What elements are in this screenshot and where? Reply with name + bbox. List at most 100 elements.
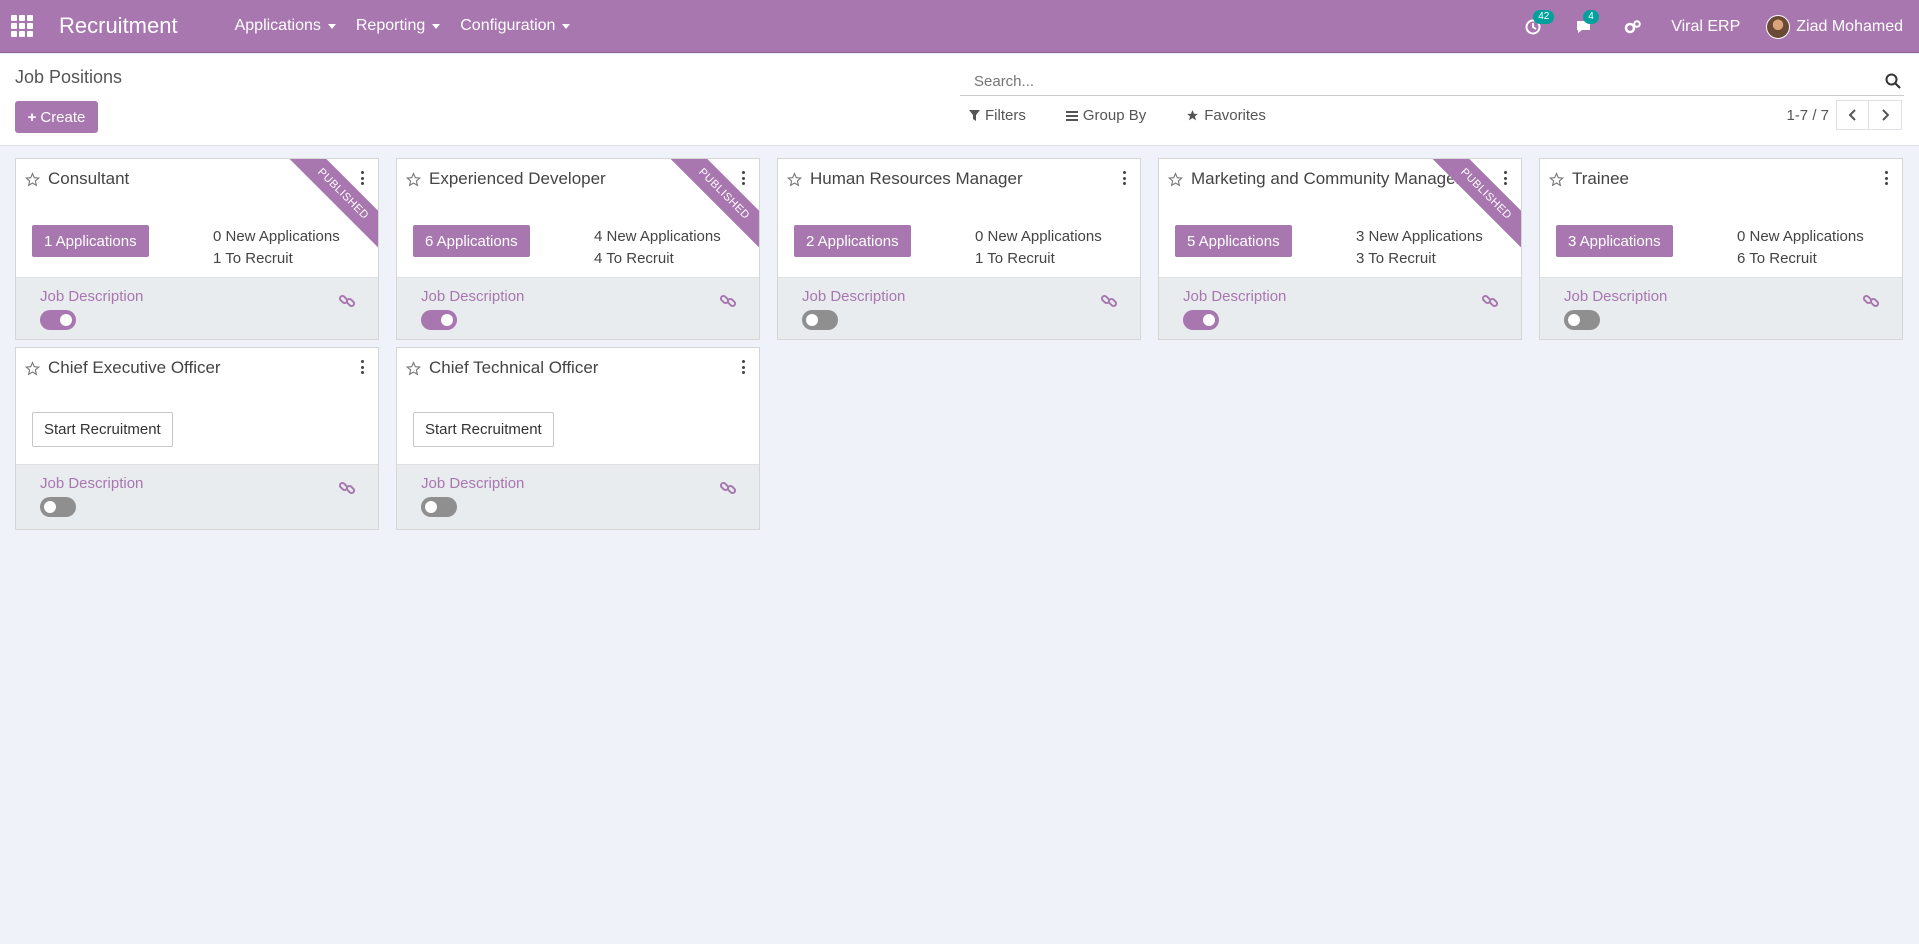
job-description-link[interactable]: Job Description (40, 288, 143, 305)
link-icon[interactable] (719, 479, 737, 497)
job-description-link[interactable]: Job Description (1564, 288, 1667, 305)
star-icon[interactable] (1548, 172, 1565, 187)
activity-button[interactable]: 42 (1523, 9, 1555, 37)
navbar-right: 42 4 Viral ERP Ziad Mohamed (1523, 0, 1903, 53)
search-icon[interactable] (1885, 73, 1901, 89)
company-switcher[interactable]: Viral ERP (1671, 18, 1740, 36)
kebab-menu-icon[interactable] (741, 360, 745, 374)
new-applications-link[interactable]: 3 New Applications (1356, 226, 1483, 248)
publish-toggle[interactable] (1183, 310, 1219, 330)
pager-value[interactable]: 1-7 / 7 (1786, 107, 1829, 124)
card-footer: Job Description (16, 464, 378, 529)
job-card[interactable]: Marketing and Community Manager PUBLISHED… (1158, 158, 1522, 340)
kebab-menu-icon[interactable] (1884, 171, 1888, 185)
caret-down-icon (432, 23, 441, 29)
kebab-menu-icon[interactable] (360, 171, 364, 185)
pager-next-button[interactable] (1869, 100, 1902, 130)
applications-button[interactable]: 3 Applications (1556, 225, 1673, 257)
kebab-menu-icon[interactable] (1503, 171, 1507, 185)
job-title[interactable]: Experienced Developer (429, 169, 606, 189)
job-card[interactable]: Trainee 3 Applications 0 New Applications 6… (1539, 158, 1903, 340)
gears-icon (1624, 19, 1642, 33)
message-count-badge: 4 (1583, 9, 1599, 24)
job-stats: 0 New Applications 6 To Recruit (1737, 226, 1864, 270)
messages-button[interactable]: 4 (1573, 9, 1599, 37)
search-input[interactable] (960, 73, 1860, 90)
search-options: Filters Group By Favorites (969, 107, 1266, 124)
applications-button[interactable]: 5 Applications (1175, 225, 1292, 257)
chevron-right-icon (1882, 109, 1889, 121)
job-description-link[interactable]: Job Description (802, 288, 905, 305)
favorites-dropdown[interactable]: Favorites (1186, 107, 1266, 124)
debug-button[interactable] (1623, 17, 1643, 37)
job-description-link[interactable]: Job Description (1183, 288, 1286, 305)
job-title[interactable]: Marketing and Community Manager (1191, 169, 1461, 189)
job-title[interactable]: Consultant (48, 169, 129, 189)
card-footer: Job Description (16, 277, 378, 339)
link-icon[interactable] (1481, 292, 1499, 310)
link-icon[interactable] (719, 292, 737, 310)
publish-toggle[interactable] (421, 497, 457, 517)
start-recruitment-button[interactable]: Start Recruitment (32, 412, 173, 447)
star-icon[interactable] (786, 172, 803, 187)
to-recruit-link[interactable]: 6 To Recruit (1737, 248, 1864, 270)
new-applications-link[interactable]: 0 New Applications (213, 226, 340, 248)
app-name[interactable]: Recruitment (59, 13, 178, 39)
new-applications-link[interactable]: 4 New Applications (594, 226, 721, 248)
job-card[interactable]: Human Resources Manager 2 Applications 0 N… (777, 158, 1141, 340)
job-description-link[interactable]: Job Description (40, 475, 143, 492)
job-card[interactable]: Experienced Developer PUBLISHED 6 Applicat… (396, 158, 760, 340)
publish-toggle[interactable] (40, 310, 76, 330)
new-applications-link[interactable]: 0 New Applications (975, 226, 1102, 248)
card-footer: Job Description (1540, 277, 1902, 339)
publish-toggle[interactable] (1564, 310, 1600, 330)
card-header: Trainee (1540, 159, 1902, 191)
to-recruit-link[interactable]: 1 To Recruit (213, 248, 340, 270)
job-title[interactable]: Chief Technical Officer (429, 358, 598, 378)
star-icon[interactable] (24, 361, 41, 376)
applications-button[interactable]: 2 Applications (794, 225, 911, 257)
to-recruit-link[interactable]: 4 To Recruit (594, 248, 721, 270)
card-footer: Job Description (397, 277, 759, 339)
job-description-link[interactable]: Job Description (421, 475, 524, 492)
job-card[interactable]: Chief Technical Officer Start Recruitment… (396, 347, 760, 530)
applications-button[interactable]: 1 Applications (32, 225, 149, 257)
link-icon[interactable] (1100, 292, 1118, 310)
pager-previous-button[interactable] (1836, 100, 1869, 130)
filters-dropdown[interactable]: Filters (969, 107, 1026, 124)
job-card[interactable]: Consultant PUBLISHED 1 Applications 0 New A… (15, 158, 379, 340)
user-menu[interactable]: Ziad Mohamed (1766, 14, 1903, 39)
card-header: Chief Executive Officer (16, 348, 378, 380)
publish-toggle[interactable] (802, 310, 838, 330)
star-icon[interactable] (24, 172, 41, 187)
job-title[interactable]: Human Resources Manager (810, 169, 1023, 189)
job-title[interactable]: Trainee (1572, 169, 1629, 189)
job-card[interactable]: Chief Executive Officer Start Recruitment… (15, 347, 379, 530)
start-recruitment-button[interactable]: Start Recruitment (413, 412, 554, 447)
publish-toggle[interactable] (421, 310, 457, 330)
star-icon[interactable] (1167, 172, 1184, 187)
job-title[interactable]: Chief Executive Officer (48, 358, 221, 378)
menu-reporting[interactable]: Reporting (356, 17, 441, 35)
search-bar (960, 68, 1904, 96)
star-icon[interactable] (405, 172, 422, 187)
to-recruit-link[interactable]: 1 To Recruit (975, 248, 1102, 270)
job-stats: 3 New Applications 3 To Recruit (1356, 226, 1483, 270)
applications-button[interactable]: 6 Applications (413, 225, 530, 257)
kebab-menu-icon[interactable] (360, 360, 364, 374)
app-menu-icon[interactable] (11, 15, 33, 37)
job-description-link[interactable]: Job Description (421, 288, 524, 305)
kebab-menu-icon[interactable] (741, 171, 745, 185)
link-icon[interactable] (338, 479, 356, 497)
new-applications-link[interactable]: 0 New Applications (1737, 226, 1864, 248)
kebab-menu-icon[interactable] (1122, 171, 1126, 185)
menu-configuration[interactable]: Configuration (460, 17, 571, 35)
group-by-dropdown[interactable]: Group By (1065, 107, 1146, 124)
link-icon[interactable] (338, 292, 356, 310)
publish-toggle[interactable] (40, 497, 76, 517)
to-recruit-link[interactable]: 3 To Recruit (1356, 248, 1483, 270)
menu-applications[interactable]: Applications (235, 17, 336, 35)
create-button[interactable]: + Create (15, 101, 98, 133)
star-icon[interactable] (405, 361, 422, 376)
link-icon[interactable] (1862, 292, 1880, 310)
